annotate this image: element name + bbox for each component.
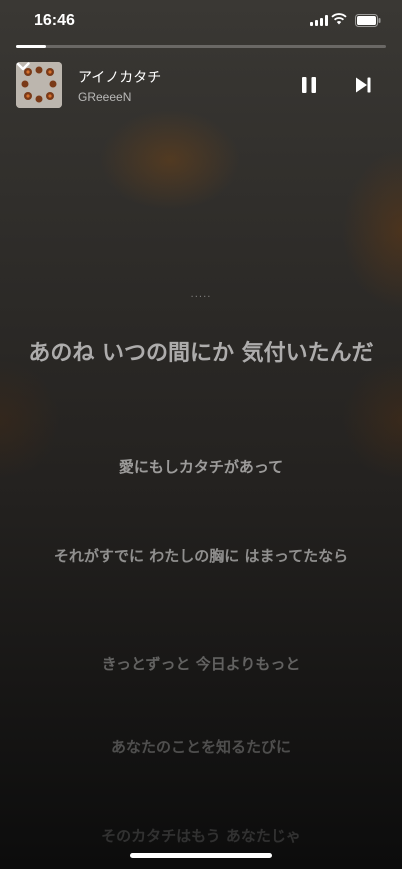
track-artist: GReeeeN [78,90,132,104]
skip-forward-icon [356,77,371,93]
playback-progress-bar[interactable] [16,45,386,48]
lyric-line[interactable]: それがすでに わたしの胸に はまってたなら [20,546,382,566]
status-time: 16:46 [34,12,75,29]
lyrics-countdown-dots: ····· [190,292,212,303]
status-bar: 16:46 [0,0,402,44]
pause-button[interactable] [298,74,320,96]
wifi-icon [331,13,347,25]
album-art-collapse-button[interactable] [16,62,62,108]
battery-icon [355,14,381,27]
track-title: アイノカタチ [78,69,162,85]
home-indicator[interactable] [130,853,272,858]
lyric-line-current[interactable]: あのね いつの間にか 気付いたんだ [20,340,382,368]
playback-progress-fill [16,45,46,48]
lyric-line[interactable]: そのカタチはもう あなたじゃ [20,826,382,846]
lyric-line[interactable]: 愛にもしカタチがあって [20,457,382,477]
next-track-button[interactable] [352,74,374,96]
lyric-line[interactable]: きっとずっと 今日よりもっと [20,654,382,674]
cellular-signal-icon [310,15,328,26]
pause-icon [302,77,316,93]
chevron-down-icon [16,62,62,108]
lyric-line[interactable]: あなたのことを知るたびに [20,737,382,757]
